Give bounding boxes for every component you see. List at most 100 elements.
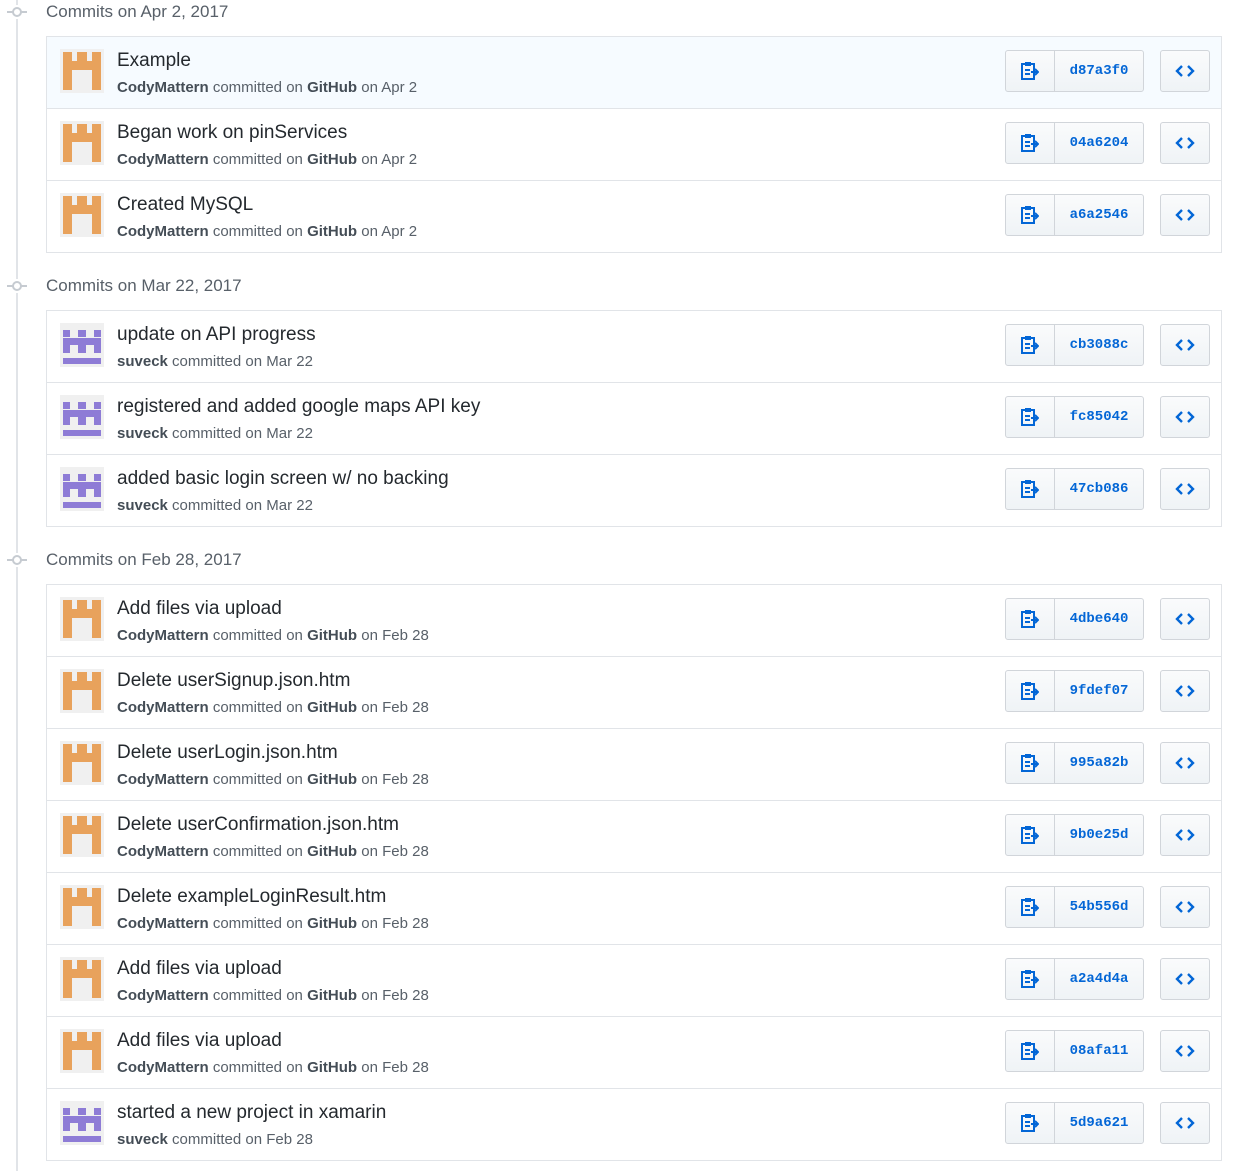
commit-sha-link[interactable]: 04a6204	[1055, 123, 1143, 163]
avatar[interactable]	[60, 813, 104, 857]
commit-action-text: committed	[172, 1131, 242, 1148]
commit-sha-link[interactable]: a2a4d4a	[1055, 959, 1143, 999]
browse-repository-button[interactable]	[1160, 1102, 1210, 1144]
copy-sha-button[interactable]	[1006, 599, 1055, 639]
browse-repository-button[interactable]	[1160, 194, 1210, 236]
browse-repository-button[interactable]	[1160, 814, 1210, 856]
committer-name: GitHub	[307, 843, 358, 860]
browse-repository-button[interactable]	[1160, 396, 1210, 438]
avatar[interactable]	[60, 467, 104, 511]
commit-sha-link[interactable]: 9b0e25d	[1055, 815, 1143, 855]
browse-repository-button[interactable]	[1160, 122, 1210, 164]
commit-action-text: committed on	[212, 151, 303, 168]
commit-author-link[interactable]: CodyMattern	[117, 151, 209, 168]
browse-repository-button[interactable]	[1160, 742, 1210, 784]
commit-sha-link[interactable]: a6a2546	[1055, 195, 1143, 235]
avatar[interactable]	[60, 121, 104, 165]
commit-author-link[interactable]: CodyMattern	[117, 699, 209, 716]
commit-message-link[interactable]: added basic login screen w/ no backing	[117, 468, 449, 490]
commit-message-link[interactable]: Add files via upload	[117, 598, 282, 620]
commit-author-link[interactable]: suveck	[117, 353, 168, 370]
avatar[interactable]	[60, 741, 104, 785]
browse-repository-button[interactable]	[1160, 50, 1210, 92]
avatar[interactable]	[60, 395, 104, 439]
copy-sha-button[interactable]	[1006, 195, 1055, 235]
commit-sha-link[interactable]: 9fdef07	[1055, 671, 1143, 711]
copy-sha-button[interactable]	[1006, 671, 1055, 711]
copy-sha-button[interactable]	[1006, 397, 1055, 437]
sha-button-group: cb3088c	[1005, 324, 1144, 366]
commit-sha-link[interactable]: 08afa11	[1055, 1031, 1143, 1071]
copy-sha-button[interactable]	[1006, 959, 1055, 999]
avatar[interactable]	[60, 597, 104, 641]
commit-date: on Feb 28	[361, 699, 429, 716]
commit-group-header: Commits on Feb 28, 2017	[0, 548, 1235, 572]
avatar[interactable]	[60, 669, 104, 713]
commit-message-link[interactable]: Delete userLogin.json.htm	[117, 742, 338, 764]
commit-message-link[interactable]: Delete userSignup.json.htm	[117, 670, 350, 692]
commit-author-link[interactable]: CodyMattern	[117, 915, 209, 932]
avatar[interactable]	[60, 1029, 104, 1073]
commit-message-link[interactable]: Delete exampleLoginResult.htm	[117, 886, 386, 908]
commit-author-link[interactable]: CodyMattern	[117, 223, 209, 240]
browse-repository-button[interactable]	[1160, 324, 1210, 366]
commit-group-date: Commits on Apr 2, 2017	[46, 2, 229, 21]
commit-sha-link[interactable]: 5d9a621	[1055, 1103, 1143, 1143]
browse-repository-button[interactable]	[1160, 886, 1210, 928]
commit-sha-link[interactable]: 995a82b	[1055, 743, 1143, 783]
commit-author-link[interactable]: suveck	[117, 497, 168, 514]
avatar[interactable]	[60, 323, 104, 367]
commit-message-link[interactable]: started a new project in xamarin	[117, 1102, 386, 1124]
copy-sha-button[interactable]	[1006, 1103, 1055, 1143]
commit-row: Add files via upload CodyMattern committe…	[47, 944, 1221, 1016]
commit-author-link[interactable]: CodyMattern	[117, 771, 209, 788]
copy-sha-button[interactable]	[1006, 51, 1055, 91]
browse-repository-button[interactable]	[1160, 670, 1210, 712]
commit-author-link[interactable]: CodyMattern	[117, 987, 209, 1004]
commit-message-link[interactable]: Example	[117, 50, 191, 72]
copy-sha-button[interactable]	[1006, 123, 1055, 163]
commit-message-link[interactable]: Add files via upload	[117, 1030, 282, 1052]
committer-name: GitHub	[307, 1059, 358, 1076]
browse-repository-button[interactable]	[1160, 468, 1210, 510]
copy-sha-button[interactable]	[1006, 743, 1055, 783]
commit-message-link[interactable]: Add files via upload	[117, 958, 282, 980]
browse-repository-button[interactable]	[1160, 598, 1210, 640]
avatar[interactable]	[60, 193, 104, 237]
commit-message-link[interactable]: update on API progress	[117, 324, 316, 346]
avatar[interactable]	[60, 957, 104, 1001]
commit-sha-link[interactable]: 54b556d	[1055, 887, 1143, 927]
commit-author-link[interactable]: CodyMattern	[117, 79, 209, 96]
commit-author-link[interactable]: CodyMattern	[117, 627, 209, 644]
commit-date: on Feb 28	[361, 915, 429, 932]
avatar[interactable]	[60, 49, 104, 93]
commit-sha-link[interactable]: fc85042	[1055, 397, 1143, 437]
avatar[interactable]	[60, 1101, 104, 1145]
browse-repository-button[interactable]	[1160, 958, 1210, 1000]
committer-name: GitHub	[307, 79, 358, 96]
commit-row: Add files via upload CodyMattern committe…	[47, 1016, 1221, 1088]
copy-sha-button[interactable]	[1006, 887, 1055, 927]
avatar[interactable]	[60, 885, 104, 929]
commit-sha-link[interactable]: 4dbe640	[1055, 599, 1143, 639]
commit-author-link[interactable]: suveck	[117, 425, 168, 442]
commit-action-text: committed	[172, 353, 242, 370]
commit-meta: CodyMattern committed on GitHub on Feb 2…	[117, 627, 429, 644]
browse-repository-button[interactable]	[1160, 1030, 1210, 1072]
commit-sha-link[interactable]: d87a3f0	[1055, 51, 1143, 91]
commit-author-link[interactable]: CodyMattern	[117, 843, 209, 860]
commit-sha-link[interactable]: 47cb086	[1055, 469, 1143, 509]
copy-sha-button[interactable]	[1006, 1031, 1055, 1071]
commit-message-link[interactable]: Created MySQL	[117, 194, 253, 216]
commit-message-link[interactable]: Delete userConfirmation.json.htm	[117, 814, 399, 836]
commit-sha-link[interactable]: cb3088c	[1055, 325, 1143, 365]
commit-row: Add files via upload CodyMattern committe…	[47, 585, 1221, 656]
commit-author-link[interactable]: CodyMattern	[117, 1059, 209, 1076]
commit-row: Delete exampleLoginResult.htm CodyMattern…	[47, 872, 1221, 944]
commit-message-link[interactable]: Began work on pinServices	[117, 122, 347, 144]
copy-sha-button[interactable]	[1006, 325, 1055, 365]
commit-author-link[interactable]: suveck	[117, 1131, 168, 1148]
commit-message-link[interactable]: registered and added google maps API key	[117, 396, 480, 418]
copy-sha-button[interactable]	[1006, 815, 1055, 855]
copy-sha-button[interactable]	[1006, 469, 1055, 509]
